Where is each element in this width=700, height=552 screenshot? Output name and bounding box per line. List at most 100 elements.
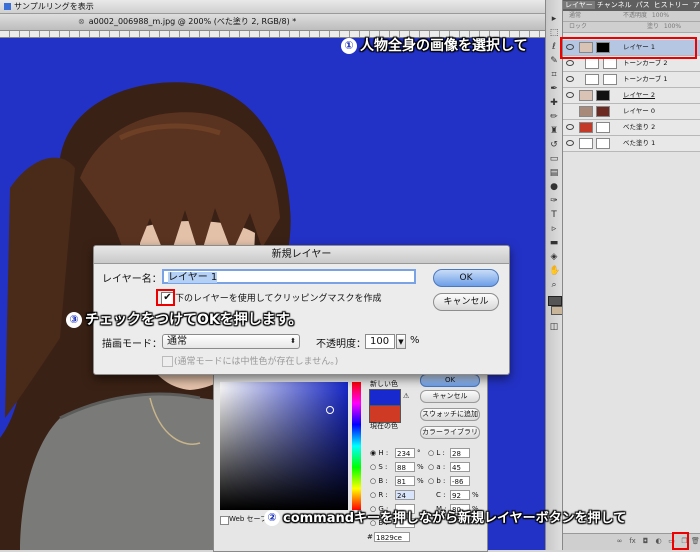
quick-select-tool-icon[interactable]: ✎ xyxy=(549,56,559,66)
checkbox-highlight xyxy=(156,289,175,306)
hex-field[interactable]: 1829ce xyxy=(374,532,410,542)
layer-mask-thumbnail xyxy=(596,122,610,133)
add-to-swatches-button[interactable]: スウォッチに追加 xyxy=(420,408,480,421)
zoom-tool-icon[interactable]: ⌕ xyxy=(549,280,559,290)
dialog-opacity-input[interactable]: 100 xyxy=(365,334,395,349)
web-only-checkbox[interactable] xyxy=(220,516,229,525)
saturation-field[interactable]: 88 xyxy=(395,462,415,472)
layer-name-input[interactable]: レイヤー 1 xyxy=(162,269,416,284)
lab-b-field[interactable]: -86 xyxy=(450,476,470,486)
eraser-tool-icon[interactable]: ▭ xyxy=(549,154,559,164)
tab-actions[interactable]: アクション xyxy=(691,1,700,9)
link-layers-icon[interactable]: ∞ xyxy=(615,537,624,546)
annotation-text: commandキーを押しながら新規レイヤーボタンを押して xyxy=(283,511,627,526)
ok-button[interactable]: OK xyxy=(433,269,499,287)
picker-ok-button[interactable]: OK xyxy=(420,374,480,387)
brightness-unit: % xyxy=(417,477,424,485)
visibility-eye-icon[interactable] xyxy=(566,60,574,66)
brightness-field[interactable]: 81 xyxy=(395,476,415,486)
quick-mask-icon[interactable]: ◫ xyxy=(549,322,559,332)
visibility-eye-icon[interactable] xyxy=(566,92,574,98)
document-tab[interactable]: ⊗ a0002_006988_m.jpg @ 200% (べた塗り 2, RGB/… xyxy=(0,14,545,31)
document-title: a0002_006988_m.jpg @ 200% (べた塗り 2, RGB/8… xyxy=(88,17,297,26)
annotation-text: チェックをつけてOKを押します。 xyxy=(85,312,303,328)
opacity-label: 不透明度 xyxy=(622,12,647,19)
layer-row[interactable]: トーンカーブ 1 xyxy=(563,72,700,88)
sampling-checkbox[interactable] xyxy=(4,3,11,10)
layer-row[interactable]: べた塗り 1 xyxy=(563,136,700,152)
layer-thumbnail xyxy=(579,106,593,117)
eyedropper-tool-icon[interactable]: ✒ xyxy=(549,84,559,94)
opacity-dropdown-icon[interactable]: ▼ xyxy=(396,334,406,349)
red-field[interactable]: 24 xyxy=(395,490,415,500)
layer-style-icon[interactable]: fx xyxy=(628,537,637,546)
adjustment-layer-icon[interactable]: ◐ xyxy=(654,537,663,546)
brush-tool-icon[interactable]: ✏ xyxy=(549,112,559,122)
delete-layer-icon[interactable]: 🗑 xyxy=(691,537,700,546)
blend-mode-row: 通常 不透明度 100% xyxy=(563,11,700,22)
new-layer-button-highlight xyxy=(672,532,689,550)
tools-panel: ▸ ⬚ ℓ ✎ ⌗ ✒ ✚ ✏ ♜ ↺ ▭ ▤ ● ✑ T ▹ ▬ ◈ ✋ ⌕ … xyxy=(545,0,563,550)
add-mask-icon[interactable]: ◘ xyxy=(641,537,650,546)
adjustment-thumbnail xyxy=(585,74,599,85)
gamut-warning-icon[interactable]: ⚠ xyxy=(403,392,409,400)
layer-thumbnail xyxy=(579,90,593,101)
shape-tool-icon[interactable]: ▬ xyxy=(549,238,559,248)
tab-history[interactable]: ヒストリー xyxy=(652,1,691,9)
dialog-opacity-label: 不透明度： xyxy=(316,339,366,350)
path-select-tool-icon[interactable]: ▹ xyxy=(549,224,559,234)
hand-tool-icon[interactable]: ✋ xyxy=(549,266,560,276)
lab-a-field[interactable]: 45 xyxy=(450,462,470,472)
foreground-color-swatch[interactable] xyxy=(548,296,562,306)
layer-name: トーンカーブ 1 xyxy=(623,75,668,83)
layer-mask-thumbnail xyxy=(596,106,610,117)
saturation-brightness-field[interactable] xyxy=(220,382,348,510)
visibility-eye-icon[interactable] xyxy=(566,124,574,130)
3d-tool-icon[interactable]: ◈ xyxy=(549,252,559,262)
saturation-unit: % xyxy=(417,463,424,471)
tab-paths[interactable]: パス xyxy=(634,1,652,9)
color-libraries-button[interactable]: カラーライブラリ xyxy=(420,426,480,439)
hue-field[interactable]: 234 xyxy=(395,448,415,458)
clipping-mask-label: 下のレイヤーを使用してクリッピングマスクを作成 xyxy=(175,294,382,304)
cancel-button[interactable]: キャンセル xyxy=(433,293,499,311)
dodge-tool-icon[interactable]: ● xyxy=(549,182,559,192)
layer-name: レイヤー 0 xyxy=(623,107,656,115)
fill-value[interactable]: 100% xyxy=(664,23,681,30)
hue-slider[interactable] xyxy=(352,382,361,510)
close-tab-icon[interactable]: ⊗ xyxy=(78,14,85,30)
move-tool-icon[interactable]: ▸ xyxy=(549,14,559,24)
annotation-step-2: ② commandキーを押しながら新規レイヤーボタンを押して xyxy=(264,510,626,528)
neutral-color-checkbox[interactable] xyxy=(162,356,173,367)
pen-tool-icon[interactable]: ✑ xyxy=(549,196,559,206)
layer-row[interactable]: べた塗り 2 xyxy=(563,120,700,136)
marquee-tool-icon[interactable]: ⬚ xyxy=(549,28,559,38)
annotation-text: 人物全身の画像を選択して xyxy=(360,38,528,54)
blend-mode-select[interactable]: 通常 ⬍ xyxy=(162,334,300,349)
tab-channels[interactable]: チャンネル xyxy=(595,1,634,9)
layer-row[interactable]: レイヤー 0 xyxy=(563,104,700,120)
gradient-tool-icon[interactable]: ▤ xyxy=(549,168,559,178)
visibility-eye-icon[interactable] xyxy=(566,140,574,146)
opacity-value[interactable]: 100% xyxy=(652,12,669,19)
crop-tool-icon[interactable]: ⌗ xyxy=(549,70,559,80)
picker-cancel-button[interactable]: キャンセル xyxy=(420,390,480,403)
blend-mode-label: 描画モード： xyxy=(102,339,162,350)
lasso-tool-icon[interactable]: ℓ xyxy=(549,42,559,52)
color-picker-cursor[interactable] xyxy=(326,406,334,414)
visibility-eye-icon[interactable] xyxy=(566,76,574,82)
type-tool-icon[interactable]: T xyxy=(549,210,559,220)
history-brush-tool-icon[interactable]: ↺ xyxy=(549,140,559,150)
tab-layers[interactable]: レイヤー xyxy=(563,1,595,9)
layer-name: べた塗り 2 xyxy=(623,123,656,131)
annotation-step-1: ① 人物全身の画像を選択して xyxy=(341,37,528,55)
layer-name: レイヤー 2 xyxy=(623,91,656,99)
layer-name-input-text: レイヤー 1 xyxy=(168,272,218,283)
cyan-field[interactable]: 92 xyxy=(450,490,470,500)
healing-tool-icon[interactable]: ✚ xyxy=(549,98,559,108)
fill-color-thumbnail xyxy=(579,122,593,133)
lab-l-field[interactable]: 28 xyxy=(450,448,470,458)
blend-mode-select[interactable]: 通常 xyxy=(569,12,581,19)
stamp-tool-icon[interactable]: ♜ xyxy=(549,126,559,136)
layer-row[interactable]: レイヤー 2 xyxy=(563,88,700,104)
